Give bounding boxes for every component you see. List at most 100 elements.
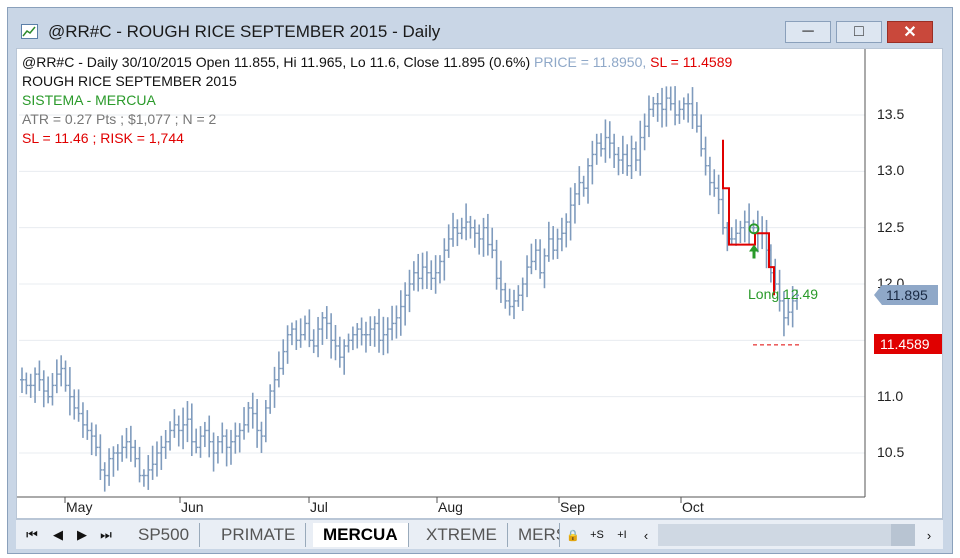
price-bar bbox=[124, 427, 129, 459]
tab-xtreme[interactable]: XTREME bbox=[416, 523, 508, 547]
next-tab-button[interactable]: ▶ bbox=[72, 525, 92, 545]
price-bar bbox=[207, 415, 212, 458]
price-bar bbox=[398, 290, 403, 336]
price-bar bbox=[494, 239, 499, 290]
close-button[interactable]: ✕ bbox=[887, 21, 933, 43]
price-bar bbox=[655, 92, 660, 122]
price-bar bbox=[355, 323, 360, 349]
y-tick-label: 12.5 bbox=[877, 218, 905, 235]
price-bar bbox=[342, 339, 347, 375]
minimize-button[interactable]: ─ bbox=[785, 21, 831, 43]
price-bar bbox=[363, 321, 368, 353]
price-bar bbox=[407, 269, 412, 313]
price-bar bbox=[707, 156, 712, 196]
title-bar[interactable]: @RR#C - ROUGH RICE SEPTEMBER 2015 - Dail… bbox=[8, 8, 952, 48]
y-tick-label: 13.0 bbox=[877, 162, 905, 179]
price-bar bbox=[433, 255, 438, 294]
first-tab-button[interactable]: ⏮ bbox=[22, 525, 42, 545]
price-bar bbox=[67, 367, 72, 416]
scroll-left-button[interactable]: ‹ bbox=[636, 525, 656, 545]
price-bar bbox=[734, 219, 739, 246]
price-bar bbox=[511, 289, 516, 320]
price-bar bbox=[559, 217, 564, 252]
price-bar bbox=[629, 135, 634, 180]
risk-readout: SL = 11.46 ; RISK = 1,744 bbox=[22, 130, 184, 146]
price-bar bbox=[590, 140, 595, 185]
price-bar bbox=[89, 422, 94, 456]
price-bar bbox=[464, 203, 469, 241]
price-bar bbox=[350, 326, 355, 351]
price-bar bbox=[416, 253, 421, 292]
price-bar bbox=[272, 366, 277, 408]
price-bar bbox=[699, 114, 704, 157]
price-bar bbox=[747, 203, 752, 246]
price-bar bbox=[316, 316, 321, 358]
price-bar bbox=[538, 239, 543, 279]
maximize-button[interactable]: □ bbox=[836, 21, 882, 43]
price-bar bbox=[429, 260, 434, 291]
price-bar bbox=[385, 317, 390, 354]
price-bar bbox=[80, 402, 85, 438]
price-bar bbox=[572, 183, 577, 224]
sl-readout: SL = 11.4589 bbox=[650, 54, 733, 70]
price-bar bbox=[324, 306, 329, 340]
scroll-right-button[interactable]: › bbox=[919, 525, 939, 545]
price-bar bbox=[111, 446, 116, 477]
price-bar bbox=[94, 424, 99, 457]
price-bar bbox=[346, 333, 351, 353]
price-bar bbox=[742, 210, 747, 243]
prev-tab-button[interactable]: ◀ bbox=[48, 525, 68, 545]
price-bar bbox=[681, 97, 686, 120]
scroll-i-button[interactable]: +I bbox=[612, 526, 632, 544]
price-bar bbox=[525, 255, 530, 298]
tab-primate[interactable]: PRIMATE bbox=[211, 523, 307, 547]
price-bar bbox=[24, 372, 29, 395]
price-readout: PRICE = 11.8950, bbox=[534, 54, 647, 70]
horizontal-scrollbar[interactable] bbox=[658, 524, 891, 546]
x-tick-label: Oct bbox=[682, 499, 704, 515]
price-bar bbox=[85, 410, 90, 440]
price-bar bbox=[98, 434, 103, 481]
price-bar bbox=[150, 445, 155, 480]
price-bar bbox=[28, 373, 33, 398]
price-bar bbox=[333, 325, 338, 361]
price-bar bbox=[41, 370, 46, 408]
last-tab-button[interactable]: ⏭ bbox=[96, 525, 116, 545]
y-tick-label: 11.0 bbox=[877, 387, 904, 404]
tab-mers[interactable]: MERS bbox=[508, 523, 560, 547]
price-bar bbox=[607, 121, 612, 159]
x-tick-label: Aug bbox=[438, 499, 463, 515]
price-bar bbox=[72, 389, 77, 420]
tab-mercua[interactable]: MERCUA bbox=[313, 523, 409, 547]
price-bar bbox=[451, 212, 456, 247]
scroll-s-button[interactable]: +S bbox=[586, 526, 608, 544]
price-bar bbox=[33, 367, 38, 403]
price-bar bbox=[255, 399, 260, 448]
price-bar bbox=[63, 360, 68, 392]
price-bar bbox=[603, 119, 608, 163]
price-bar bbox=[76, 389, 81, 422]
symbol-name: ROUGH RICE SEPTEMBER 2015 bbox=[22, 73, 237, 89]
lock-icon[interactable]: 🔒 bbox=[564, 526, 582, 544]
price-bar bbox=[411, 261, 416, 291]
price-bar bbox=[599, 133, 604, 157]
chart-area[interactable]: @RR#C - Daily 30/10/2015 Open 11.855, Hi… bbox=[16, 48, 943, 519]
price-bar bbox=[276, 351, 281, 388]
price-bar bbox=[751, 219, 756, 234]
price-bar bbox=[285, 325, 290, 364]
system-name: SISTEMA - MERCUA bbox=[22, 92, 156, 108]
price-bar bbox=[202, 421, 207, 448]
price-bar bbox=[516, 285, 521, 307]
price-bar bbox=[703, 136, 708, 176]
price-bar bbox=[263, 400, 268, 443]
price-bar bbox=[677, 100, 682, 124]
price-bar bbox=[455, 219, 460, 247]
price-bar bbox=[233, 422, 238, 454]
price-bar bbox=[459, 217, 464, 240]
price-bar bbox=[446, 224, 451, 258]
tab-sp500[interactable]: SP500 bbox=[128, 523, 201, 547]
price-bar bbox=[403, 282, 408, 326]
price-bar bbox=[215, 436, 220, 464]
price-bar bbox=[50, 373, 55, 406]
scrollbar-thumb[interactable] bbox=[891, 524, 915, 546]
